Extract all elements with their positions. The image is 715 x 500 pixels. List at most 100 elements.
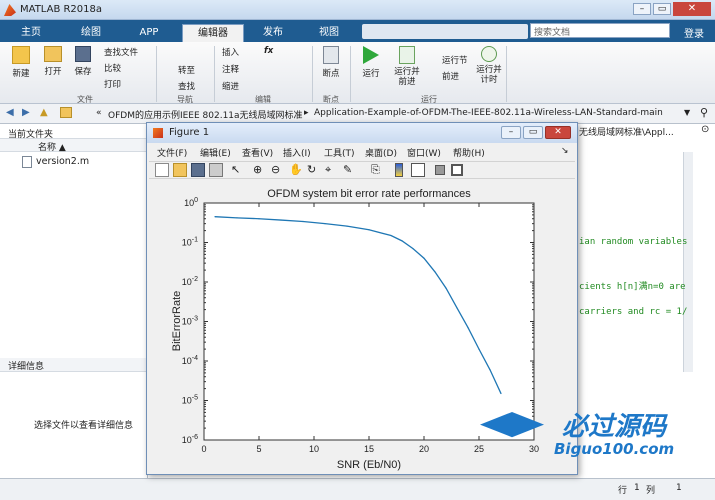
current-folder-panel: 当前文件夹 名称 ▲ version2.m [0, 124, 148, 360]
zoom-out-icon[interactable]: ⊖ [271, 163, 285, 177]
figure-minimize-button[interactable]: – [501, 126, 521, 139]
data-point [214, 216, 216, 218]
rotate-icon[interactable]: ↻ [307, 163, 321, 177]
list-item[interactable]: version2.m [22, 156, 142, 169]
find-files-button[interactable]: 查找文件 [104, 46, 138, 58]
link-plot-icon[interactable]: ⎘ [371, 163, 385, 177]
breakpoints-button[interactable]: 断点 [316, 46, 346, 79]
divider [156, 46, 157, 102]
legend-icon[interactable] [411, 163, 425, 177]
editor-menu-icon[interactable]: ⊙ [701, 124, 709, 135]
run-button[interactable]: 运行 [356, 46, 386, 79]
data-point [236, 217, 238, 219]
figure-maximize-button[interactable]: ▭ [523, 126, 543, 139]
tab-home[interactable]: 主页 [6, 24, 56, 42]
browse-folder-icon[interactable] [60, 107, 72, 118]
path-chevron[interactable]: « [96, 108, 102, 118]
matlab-logo-icon [4, 4, 16, 16]
compare-button[interactable]: 比较 [104, 62, 121, 74]
data-point [390, 234, 392, 237]
data-point [302, 220, 304, 223]
run-time-label: 运行并计时 [476, 65, 502, 85]
tab-view[interactable]: 视图 [304, 24, 354, 42]
name-column-label: 名称 ▲ [38, 143, 66, 153]
data-cursor-icon[interactable]: ⌖ [325, 163, 339, 177]
insert-button[interactable]: 插入 [222, 46, 239, 58]
print-icon[interactable] [209, 163, 223, 177]
path-segment[interactable]: Application-Example-of-OFDM-The-IEEE-802… [314, 108, 684, 118]
window-title: MATLAB R2018a [20, 4, 103, 15]
print-button[interactable]: 打印 [104, 78, 121, 90]
data-point [280, 219, 282, 221]
data-point [478, 348, 480, 350]
up-folder-icon[interactable]: ▲ [40, 107, 48, 118]
menu-edit[interactable]: 编辑(E) [200, 146, 231, 159]
hide-tools-icon[interactable] [435, 165, 445, 175]
menu-file[interactable]: 文件(F) [157, 146, 187, 159]
close-button[interactable]: ✕ [673, 2, 711, 16]
code-line: carriers and rc = 1/ [579, 307, 688, 317]
menu-desktop[interactable]: 桌面(D) [365, 146, 397, 159]
open-file-icon[interactable] [173, 163, 187, 177]
find-button[interactable]: 查找 [178, 80, 195, 92]
show-tools-icon[interactable] [451, 164, 463, 176]
file-name: version2.m [36, 156, 90, 167]
data-point [346, 225, 348, 227]
watermark-url: Biguo100.com [554, 440, 675, 458]
menu-insert[interactable]: 插入(I) [283, 146, 311, 159]
pan-hand-icon[interactable]: ✋ [289, 163, 303, 177]
save-figure-icon[interactable] [191, 163, 205, 177]
brush-icon[interactable]: ✎ [343, 163, 357, 177]
run-advance-button[interactable]: 运行并前进 [392, 46, 422, 87]
new-figure-icon[interactable] [155, 163, 169, 177]
breakpoint-icon [323, 46, 339, 64]
colorbar-icon[interactable] [395, 163, 403, 177]
menu-view[interactable]: 查看(V) [242, 146, 273, 159]
menu-window[interactable]: 窗口(W) [407, 146, 441, 159]
editor-scrollbar[interactable] [683, 152, 693, 372]
y-axis-label: BitErrorRate [171, 291, 183, 352]
forward-icon[interactable]: ▶ [22, 107, 30, 118]
search-input[interactable]: 搜索文档 [530, 23, 670, 38]
tab-publish[interactable]: 发布 [250, 24, 296, 42]
data-point [500, 392, 502, 395]
run-icon [363, 46, 379, 64]
open-button[interactable]: 打开 [38, 46, 68, 77]
col-value: 1 [676, 483, 682, 493]
code-line: ian random variables [579, 237, 688, 247]
login-link[interactable]: 登录 [684, 25, 704, 40]
maximize-button[interactable]: ▭ [653, 3, 671, 15]
zoom-in-icon[interactable]: ⊕ [253, 163, 267, 177]
menu-tools[interactable]: 工具(T) [324, 146, 355, 159]
back-icon[interactable]: ◀ [6, 107, 14, 118]
advance-button[interactable]: 前进 [442, 70, 459, 82]
run-advance-icon [399, 46, 415, 64]
figure-close-button[interactable]: ✕ [545, 126, 571, 139]
divider [350, 46, 351, 102]
save-button[interactable]: 保存 [68, 46, 98, 77]
run-label: 运行 [362, 69, 380, 79]
column-header[interactable]: 名称 ▲ [0, 138, 148, 153]
run-advance-label: 运行并前进 [394, 67, 420, 87]
run-time-button[interactable]: 运行并计时 [474, 46, 504, 85]
fx-button[interactable]: fx [264, 46, 273, 56]
search-icon[interactable]: ⚲ [700, 106, 708, 119]
quick-access-toolbar[interactable] [362, 24, 528, 39]
comment-button[interactable]: 注释 [222, 63, 239, 75]
tab-editor[interactable]: 编辑器 [182, 24, 244, 42]
tab-plots[interactable]: 绘图 [66, 24, 116, 42]
tab-apps[interactable]: APP [124, 24, 174, 42]
run-section-button[interactable]: 运行节 [442, 54, 468, 66]
title-bar: MATLAB R2018a – ▭ ✕ [0, 0, 715, 20]
pointer-icon[interactable]: ↖ [231, 163, 245, 177]
new-button[interactable]: 新建 [6, 46, 36, 79]
path-dropdown-icon[interactable]: ▼ [684, 108, 690, 117]
goto-button[interactable]: 转至 [178, 64, 195, 76]
data-point [423, 257, 425, 259]
menu-help[interactable]: 帮助(H) [453, 146, 485, 159]
menu-dock-icon[interactable]: ↘ [561, 146, 569, 156]
divider [312, 46, 313, 102]
path-segment[interactable]: OFDM的应用示例IEEE 802.11a无线局域网标准 [108, 108, 303, 121]
indent-button[interactable]: 缩进 [222, 80, 239, 92]
minimize-button[interactable]: – [633, 3, 651, 15]
